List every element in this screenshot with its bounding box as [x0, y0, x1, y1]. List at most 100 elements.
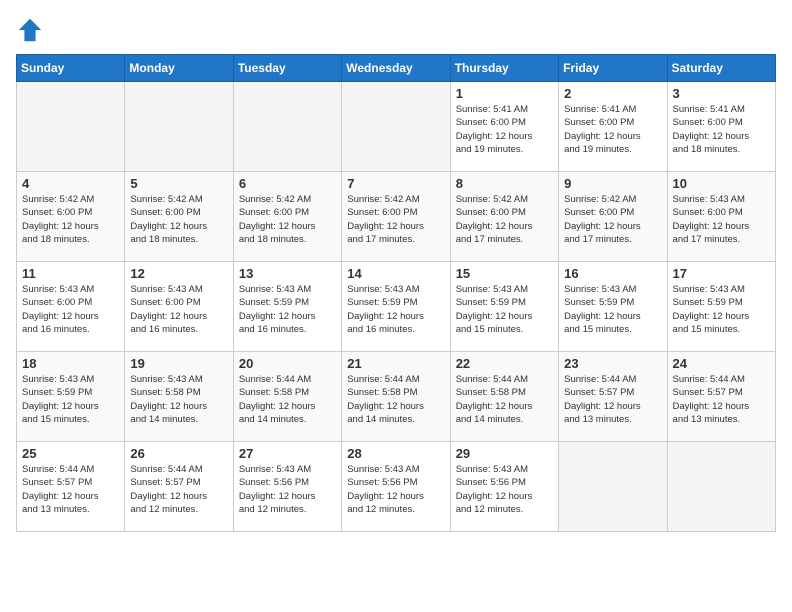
- calendar-cell: [125, 82, 233, 172]
- logo: [16, 16, 48, 44]
- calendar-header-row: SundayMondayTuesdayWednesdayThursdayFrid…: [17, 55, 776, 82]
- day-info: Sunrise: 5:43 AM Sunset: 5:58 PM Dayligh…: [130, 373, 227, 426]
- calendar-cell: 1 Sunrise: 5:41 AM Sunset: 6:00 PM Daylig…: [450, 82, 558, 172]
- day-info: Sunrise: 5:44 AM Sunset: 5:58 PM Dayligh…: [456, 373, 553, 426]
- calendar-cell: 18 Sunrise: 5:43 AM Sunset: 5:59 PM Dayli…: [17, 352, 125, 442]
- day-number: 13: [239, 266, 336, 281]
- day-number: 26: [130, 446, 227, 461]
- day-number: 9: [564, 176, 661, 191]
- day-info: Sunrise: 5:43 AM Sunset: 5:56 PM Dayligh…: [347, 463, 444, 516]
- day-info: Sunrise: 5:41 AM Sunset: 6:00 PM Dayligh…: [456, 103, 553, 156]
- calendar-cell: 12 Sunrise: 5:43 AM Sunset: 6:00 PM Dayli…: [125, 262, 233, 352]
- day-number: 7: [347, 176, 444, 191]
- day-info: Sunrise: 5:44 AM Sunset: 5:58 PM Dayligh…: [239, 373, 336, 426]
- calendar-cell: 11 Sunrise: 5:43 AM Sunset: 6:00 PM Dayli…: [17, 262, 125, 352]
- logo-icon: [16, 16, 44, 44]
- calendar-cell: 20Sunrise: 5:44 AM Sunset: 5:58 PM Dayli…: [233, 352, 341, 442]
- day-number: 28: [347, 446, 444, 461]
- calendar-table: SundayMondayTuesdayWednesdayThursdayFrid…: [16, 54, 776, 532]
- day-info: Sunrise: 5:43 AM Sunset: 5:59 PM Dayligh…: [347, 283, 444, 336]
- day-info: Sunrise: 5:43 AM Sunset: 6:00 PM Dayligh…: [673, 193, 770, 246]
- day-info: Sunrise: 5:42 AM Sunset: 6:00 PM Dayligh…: [456, 193, 553, 246]
- day-number: 21: [347, 356, 444, 371]
- day-info: Sunrise: 5:43 AM Sunset: 5:56 PM Dayligh…: [239, 463, 336, 516]
- calendar-cell: 10Sunrise: 5:43 AM Sunset: 6:00 PM Dayli…: [667, 172, 775, 262]
- day-number: 17: [673, 266, 770, 281]
- calendar-header-wednesday: Wednesday: [342, 55, 450, 82]
- calendar-header-tuesday: Tuesday: [233, 55, 341, 82]
- day-info: Sunrise: 5:43 AM Sunset: 5:59 PM Dayligh…: [673, 283, 770, 336]
- calendar-cell: 19 Sunrise: 5:43 AM Sunset: 5:58 PM Dayli…: [125, 352, 233, 442]
- calendar-cell: 25 Sunrise: 5:44 AM Sunset: 5:57 PM Dayli…: [17, 442, 125, 532]
- day-number: 25: [22, 446, 119, 461]
- calendar-cell: 6 Sunrise: 5:42 AM Sunset: 6:00 PM Daylig…: [233, 172, 341, 262]
- calendar-cell: 3 Sunrise: 5:41 AM Sunset: 6:00 PM Daylig…: [667, 82, 775, 172]
- day-info: Sunrise: 5:44 AM Sunset: 5:57 PM Dayligh…: [22, 463, 119, 516]
- day-number: 14: [347, 266, 444, 281]
- calendar-cell: 16Sunrise: 5:43 AM Sunset: 5:59 PM Dayli…: [559, 262, 667, 352]
- calendar-week-2: 4 Sunrise: 5:42 AM Sunset: 6:00 PM Daylig…: [17, 172, 776, 262]
- calendar-header-friday: Friday: [559, 55, 667, 82]
- calendar-cell: 13 Sunrise: 5:43 AM Sunset: 5:59 PM Dayli…: [233, 262, 341, 352]
- day-info: Sunrise: 5:41 AM Sunset: 6:00 PM Dayligh…: [564, 103, 661, 156]
- calendar-cell: 24Sunrise: 5:44 AM Sunset: 5:57 PM Dayli…: [667, 352, 775, 442]
- calendar-cell: 21 Sunrise: 5:44 AM Sunset: 5:58 PM Dayli…: [342, 352, 450, 442]
- day-info: Sunrise: 5:42 AM Sunset: 6:00 PM Dayligh…: [239, 193, 336, 246]
- day-info: Sunrise: 5:43 AM Sunset: 5:59 PM Dayligh…: [22, 373, 119, 426]
- day-info: Sunrise: 5:43 AM Sunset: 6:00 PM Dayligh…: [22, 283, 119, 336]
- day-info: Sunrise: 5:43 AM Sunset: 5:59 PM Dayligh…: [456, 283, 553, 336]
- calendar-cell: 7Sunrise: 5:42 AM Sunset: 6:00 PM Daylig…: [342, 172, 450, 262]
- calendar-cell: 23 Sunrise: 5:44 AM Sunset: 5:57 PM Dayli…: [559, 352, 667, 442]
- calendar-cell: 15 Sunrise: 5:43 AM Sunset: 5:59 PM Dayli…: [450, 262, 558, 352]
- calendar-cell: [559, 442, 667, 532]
- day-number: 29: [456, 446, 553, 461]
- calendar-week-4: 18 Sunrise: 5:43 AM Sunset: 5:59 PM Dayli…: [17, 352, 776, 442]
- day-info: Sunrise: 5:41 AM Sunset: 6:00 PM Dayligh…: [673, 103, 770, 156]
- day-number: 15: [456, 266, 553, 281]
- calendar-header-thursday: Thursday: [450, 55, 558, 82]
- day-number: 12: [130, 266, 227, 281]
- calendar-cell: 26 Sunrise: 5:44 AM Sunset: 5:57 PM Dayli…: [125, 442, 233, 532]
- calendar-cell: 29 Sunrise: 5:43 AM Sunset: 5:56 PM Dayli…: [450, 442, 558, 532]
- calendar-header-monday: Monday: [125, 55, 233, 82]
- day-number: 11: [22, 266, 119, 281]
- calendar-header-saturday: Saturday: [667, 55, 775, 82]
- calendar-cell: 2 Sunrise: 5:41 AM Sunset: 6:00 PM Daylig…: [559, 82, 667, 172]
- day-info: Sunrise: 5:43 AM Sunset: 5:59 PM Dayligh…: [564, 283, 661, 336]
- calendar-cell: 27 Sunrise: 5:43 AM Sunset: 5:56 PM Dayli…: [233, 442, 341, 532]
- day-info: Sunrise: 5:44 AM Sunset: 5:57 PM Dayligh…: [130, 463, 227, 516]
- day-number: 5: [130, 176, 227, 191]
- calendar-week-5: 25 Sunrise: 5:44 AM Sunset: 5:57 PM Dayli…: [17, 442, 776, 532]
- day-info: Sunrise: 5:44 AM Sunset: 5:57 PM Dayligh…: [673, 373, 770, 426]
- day-info: Sunrise: 5:44 AM Sunset: 5:57 PM Dayligh…: [564, 373, 661, 426]
- day-info: Sunrise: 5:43 AM Sunset: 5:59 PM Dayligh…: [239, 283, 336, 336]
- calendar-cell: [342, 82, 450, 172]
- day-number: 2: [564, 86, 661, 101]
- day-number: 19: [130, 356, 227, 371]
- calendar-header-sunday: Sunday: [17, 55, 125, 82]
- day-info: Sunrise: 5:42 AM Sunset: 6:00 PM Dayligh…: [130, 193, 227, 246]
- calendar-cell: 9Sunrise: 5:42 AM Sunset: 6:00 PM Daylig…: [559, 172, 667, 262]
- day-number: 6: [239, 176, 336, 191]
- day-number: 4: [22, 176, 119, 191]
- calendar-week-1: 1 Sunrise: 5:41 AM Sunset: 6:00 PM Daylig…: [17, 82, 776, 172]
- calendar-cell: 28 Sunrise: 5:43 AM Sunset: 5:56 PM Dayli…: [342, 442, 450, 532]
- day-number: 18: [22, 356, 119, 371]
- calendar-cell: 8Sunrise: 5:42 AM Sunset: 6:00 PM Daylig…: [450, 172, 558, 262]
- calendar-cell: 22 Sunrise: 5:44 AM Sunset: 5:58 PM Dayli…: [450, 352, 558, 442]
- day-info: Sunrise: 5:43 AM Sunset: 5:56 PM Dayligh…: [456, 463, 553, 516]
- day-number: 22: [456, 356, 553, 371]
- day-number: 23: [564, 356, 661, 371]
- calendar-cell: [667, 442, 775, 532]
- calendar-cell: 5 Sunrise: 5:42 AM Sunset: 6:00 PM Daylig…: [125, 172, 233, 262]
- calendar-week-3: 11 Sunrise: 5:43 AM Sunset: 6:00 PM Dayli…: [17, 262, 776, 352]
- day-info: Sunrise: 5:43 AM Sunset: 6:00 PM Dayligh…: [130, 283, 227, 336]
- day-number: 27: [239, 446, 336, 461]
- calendar-cell: [233, 82, 341, 172]
- day-number: 1: [456, 86, 553, 101]
- day-info: Sunrise: 5:42 AM Sunset: 6:00 PM Dayligh…: [22, 193, 119, 246]
- day-number: 3: [673, 86, 770, 101]
- calendar-cell: 17 Sunrise: 5:43 AM Sunset: 5:59 PM Dayli…: [667, 262, 775, 352]
- calendar-cell: 4 Sunrise: 5:42 AM Sunset: 6:00 PM Daylig…: [17, 172, 125, 262]
- day-info: Sunrise: 5:44 AM Sunset: 5:58 PM Dayligh…: [347, 373, 444, 426]
